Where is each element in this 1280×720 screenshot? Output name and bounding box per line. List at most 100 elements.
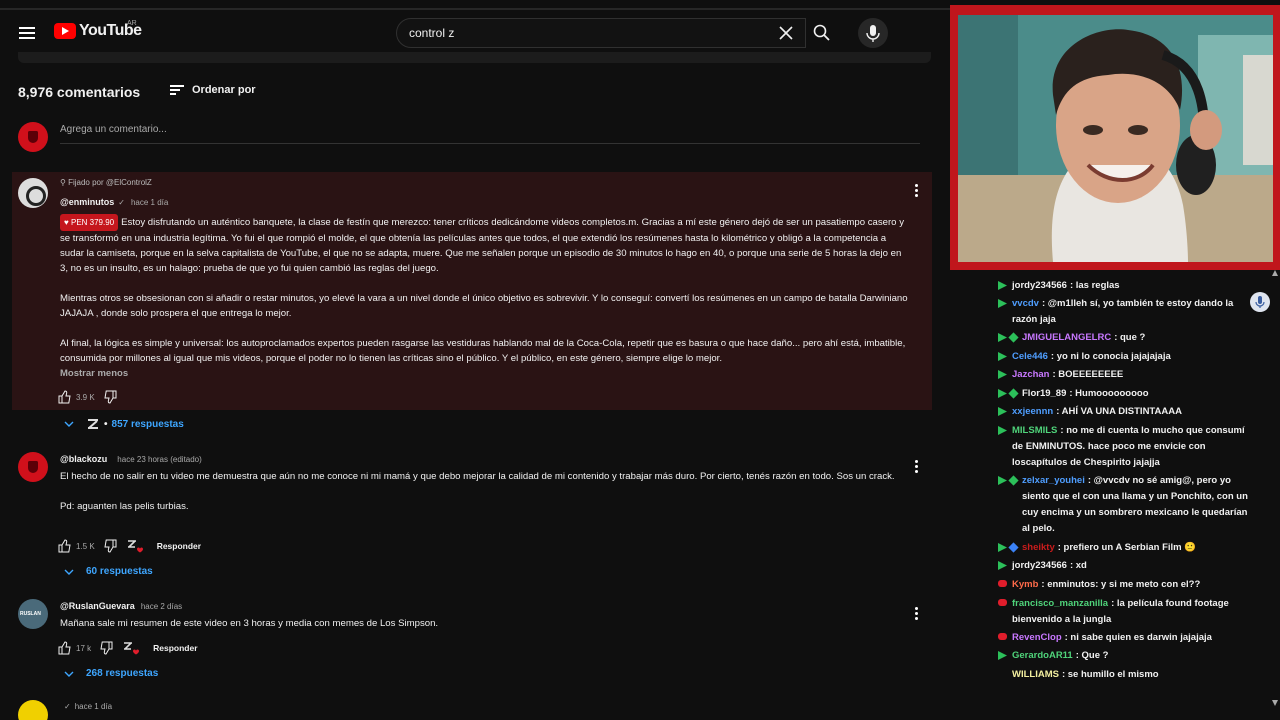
more-options-icon[interactable] xyxy=(913,607,919,621)
avatar[interactable] xyxy=(18,700,48,720)
member-badge-icon xyxy=(998,352,1007,361)
top-divider xyxy=(0,8,950,10)
comment-paragraph: Estoy disfrutando un auténtico banquete,… xyxy=(60,217,904,274)
like-icon[interactable] xyxy=(58,390,72,404)
replies-toggle[interactable]: • 857 respuestas xyxy=(64,417,184,431)
chat-message: MILSMILS: no me di cuenta lo mucho que c… xyxy=(998,423,1252,471)
replies-toggle[interactable]: 268 respuestas xyxy=(64,668,158,679)
sort-label: Ordenar por xyxy=(192,84,256,96)
member-badge-icon xyxy=(998,651,1007,660)
pinned-note: ⚲ Fijado por @ElControlZ xyxy=(60,178,152,187)
member-badge-icon xyxy=(998,281,1007,290)
chat-username[interactable]: Flor19_89 xyxy=(1022,388,1066,399)
youtube-logo[interactable]: YouTube AR xyxy=(54,20,142,40)
chat-username[interactable]: jordy234566 xyxy=(1012,560,1067,571)
chat-message: francisco_manzanilla: la película found … xyxy=(998,596,1252,628)
chat-message: Flor19_89: Humooooooooo xyxy=(998,386,1252,402)
comment-author[interactable]: @blackozu xyxy=(60,454,107,464)
chat-username[interactable]: Kymb xyxy=(1012,579,1038,590)
creator-avatar-icon xyxy=(88,419,98,429)
chat-username[interactable]: jordy234566 xyxy=(1012,280,1067,291)
chat-message: jordy234566: las reglas xyxy=(998,278,1252,294)
replies-count: 857 respuestas xyxy=(111,418,184,430)
youtube-play-icon xyxy=(54,23,76,39)
add-comment-row: Agrega un comentario... xyxy=(18,120,930,156)
video-info-strip xyxy=(18,52,931,63)
chat-username[interactable]: WILLIAMS xyxy=(1012,669,1059,680)
super-thanks-badge: ♥ PEN 379.90 xyxy=(60,214,119,231)
menu-icon[interactable] xyxy=(14,20,40,46)
comment-author[interactable]: @enminutos xyxy=(60,197,114,207)
avatar[interactable] xyxy=(18,452,48,482)
chat-text: : que ? xyxy=(1114,332,1146,343)
chat-username[interactable]: MILSMILS xyxy=(1012,425,1057,436)
chat-username[interactable]: GerardoAR11 xyxy=(1012,650,1073,661)
chat-message: jordy234566: xd xyxy=(998,558,1252,574)
dislike-icon[interactable] xyxy=(99,641,113,655)
chat-username[interactable]: Cele446 xyxy=(1012,351,1048,362)
microphone-icon[interactable] xyxy=(858,18,888,48)
member-badge-icon xyxy=(998,543,1007,552)
chat-username[interactable]: vvcdv xyxy=(1012,298,1039,309)
like-icon[interactable] xyxy=(58,539,72,553)
chat-username[interactable]: zelxar_youhei xyxy=(1022,475,1085,486)
chat-username[interactable]: francisco_manzanilla xyxy=(1012,598,1108,609)
comment-actions: 1.5 K Responder xyxy=(58,538,201,554)
comment-author[interactable]: @RuslanGuevara xyxy=(60,601,135,611)
reply-button[interactable]: Responder xyxy=(157,541,201,551)
chat-message: WILLIAMS: se humillo el mismo xyxy=(1012,667,1252,683)
comment-paragraph: El hecho de no salir en tu video me demu… xyxy=(60,471,895,482)
comment-body: Mañana sale mi resumen de este video en … xyxy=(60,616,910,631)
streamer-image xyxy=(958,15,1273,262)
comment-meta: @RuslanGuevara hace 2 días xyxy=(60,601,182,611)
heart-icon: ♥ xyxy=(64,218,71,227)
comment-time[interactable]: hace 1 día xyxy=(131,198,168,207)
verified-check-icon: ✓ xyxy=(64,702,71,711)
avatar[interactable] xyxy=(18,178,48,208)
chat-text: : Humooooooooo xyxy=(1069,388,1149,399)
sort-button[interactable]: Ordenar por xyxy=(170,84,290,96)
member-badge-icon xyxy=(998,389,1007,398)
more-options-icon[interactable] xyxy=(913,460,919,474)
add-comment-input[interactable]: Agrega un comentario... xyxy=(60,124,920,144)
replies-toggle[interactable]: 60 respuestas xyxy=(64,566,153,577)
like-icon[interactable] xyxy=(58,641,72,655)
comment-paragraph: Al final, la lógica es simple y universa… xyxy=(60,338,906,364)
avatar[interactable] xyxy=(18,122,48,152)
chat-scrollbar[interactable] xyxy=(1272,270,1278,710)
show-less-link[interactable]: Mostrar menos xyxy=(60,368,128,379)
like-count: 1.5 K xyxy=(76,541,95,551)
diamond-badge-icon xyxy=(1008,388,1019,399)
creator-heart-icon xyxy=(124,642,140,655)
search-input[interactable]: control z xyxy=(396,18,806,48)
more-options-icon[interactable] xyxy=(913,184,919,198)
member-badge-icon xyxy=(998,299,1007,308)
comment-time[interactable]: hace 23 horas (editado) xyxy=(117,455,202,464)
chat-username[interactable]: Jazchan xyxy=(1012,369,1050,380)
youtube-badge-icon xyxy=(998,599,1007,606)
microphone-icon[interactable] xyxy=(1250,292,1270,312)
chat-message: RevenClop: ni sabe quien es darwin jajaj… xyxy=(998,630,1252,646)
search-icon[interactable] xyxy=(806,18,838,48)
chat-username[interactable]: JMIGUELANGELRC xyxy=(1022,332,1111,343)
comment-time[interactable]: hace 2 días xyxy=(141,602,182,611)
chat-text: : AHÍ VA UNA DISTINTAAAA xyxy=(1056,406,1182,417)
dislike-icon[interactable] xyxy=(103,390,117,404)
chat-text: : enminutos: y si me meto con el?? xyxy=(1041,579,1201,590)
avatar[interactable] xyxy=(18,599,48,629)
comment-time[interactable]: hace 1 día xyxy=(75,702,112,711)
chat-username[interactable]: RevenClop xyxy=(1012,632,1062,643)
chat-message: GerardoAR11: Que ? xyxy=(998,648,1252,664)
close-icon[interactable] xyxy=(777,24,795,42)
chat-message: vvcdv: @m1lleh sí, yo también te estoy d… xyxy=(998,296,1252,328)
chat-username[interactable]: xxjeennn xyxy=(1012,406,1053,417)
chat-text: : Que ? xyxy=(1075,650,1109,661)
webcam-feed xyxy=(958,15,1273,262)
live-chat: jordy234566: las reglas vvcdv: @m1lleh sí… xyxy=(950,270,1280,720)
comment-paragraph: Pd: aguanten las pelis turbias. xyxy=(60,501,189,512)
chat-username[interactable]: sheikty xyxy=(1022,542,1055,553)
dislike-icon[interactable] xyxy=(103,539,117,553)
reply-button[interactable]: Responder xyxy=(153,643,197,653)
member-badge-icon xyxy=(998,561,1007,570)
chat-message: zelxar_youhei: @vvcdv no sé amig@, pero … xyxy=(998,473,1252,537)
